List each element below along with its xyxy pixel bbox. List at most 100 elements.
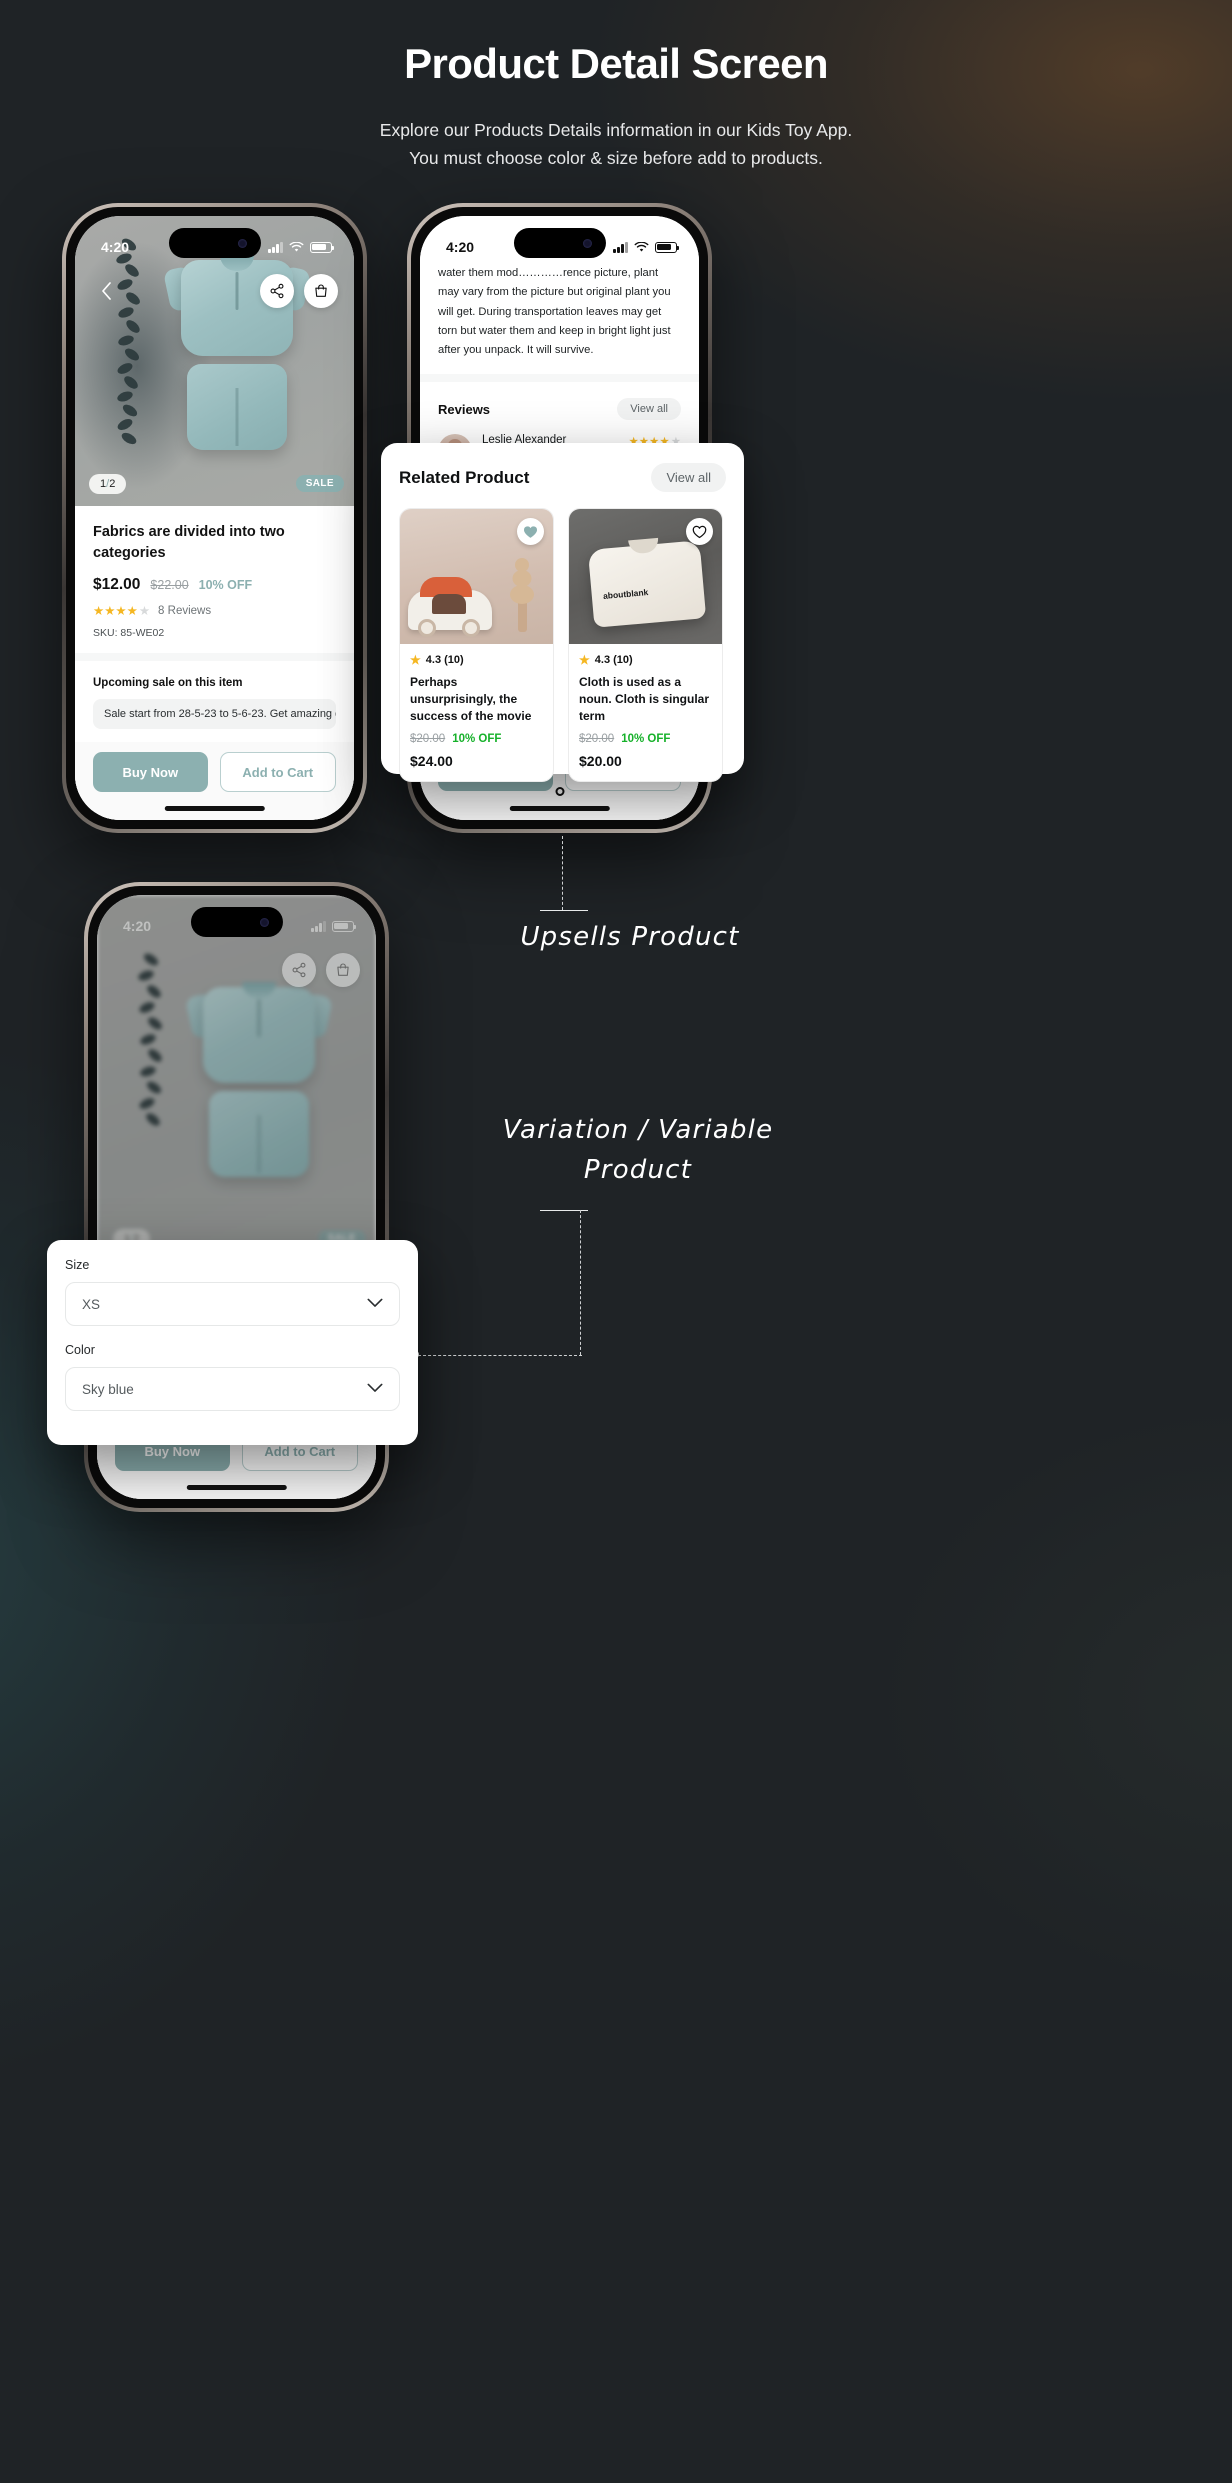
related-product-header: Related Product View all	[399, 463, 726, 492]
front-camera-icon	[582, 238, 592, 248]
product-card-name: Perhaps unsurprisingly, the success of t…	[410, 675, 532, 724]
status-time-3: 4:20	[123, 918, 152, 934]
related-view-all-button[interactable]: View all	[651, 463, 726, 492]
phone1-bezel: 1/2 SALE 4:20 Fabrics are divided into t…	[66, 207, 363, 829]
status-time: 4:20	[101, 239, 130, 255]
wifi-icon	[634, 241, 649, 252]
review-count[interactable]: 8 Reviews	[158, 605, 211, 617]
share-icon	[292, 962, 306, 978]
dynamic-island-3	[190, 907, 283, 937]
home-indicator-3[interactable]	[186, 1485, 287, 1490]
battery-icon	[332, 920, 357, 932]
product-rating: ★ 4.3 (10)	[410, 653, 543, 667]
cart-button[interactable]	[304, 274, 338, 308]
product-card-discount: 10% OFF	[452, 733, 502, 746]
sale-badge: SALE	[295, 475, 344, 492]
battery-icon	[310, 241, 335, 253]
filled-stars: ★★★★	[93, 604, 138, 619]
status-indicators	[268, 241, 335, 253]
page-title: Product Detail Screen	[404, 40, 828, 87]
add-to-cart-button[interactable]: Add to Cart	[219, 752, 336, 792]
dynamic-island-2	[513, 228, 606, 258]
product-image-toy-car	[400, 509, 553, 644]
upcoming-sale-heading: Upcoming sale on this item	[93, 677, 243, 690]
product-rating: ★ 4.3 (10)	[579, 653, 712, 667]
product-card-price-row: $20.00 10% OFF	[410, 733, 543, 745]
annotation-upsells-product: Upsells Product	[520, 922, 740, 952]
hero-subtitle-line-2: You must choose color & size before add …	[409, 148, 823, 169]
product-card-name: Cloth is used as a noun. Cloth is singul…	[579, 675, 709, 724]
heart-outline-icon	[692, 525, 707, 538]
half-star: ★	[138, 604, 151, 619]
favorite-button[interactable]	[686, 518, 713, 545]
reviews-title: Reviews	[438, 401, 491, 417]
product-image-tshirt: aboutblank	[569, 509, 722, 644]
current-price: $12.00	[93, 576, 141, 594]
share-button-3[interactable]	[282, 953, 316, 987]
image-counter: 1/2	[89, 474, 127, 494]
product-card-info: ★ 4.3 (10) Cloth is used as a noun. Clot…	[569, 644, 722, 781]
phone1-screen: 1/2 SALE 4:20 Fabrics are divided into t…	[75, 216, 354, 820]
reviews-header: Reviews View all	[438, 398, 681, 421]
upsell-leader-underline	[540, 910, 588, 911]
product-rating-value: 4.3 (10)	[425, 654, 464, 666]
cart-button-3[interactable]	[326, 953, 360, 987]
color-label: Color	[65, 1343, 95, 1357]
annotation-variation-product: Variation / Variable Product	[418, 1110, 858, 1191]
size-select[interactable]: XS	[65, 1282, 400, 1326]
cellular-signal-icon	[613, 241, 628, 253]
front-camera-icon	[237, 238, 247, 248]
poster-canvas: Product Detail Screen Explore our Produc…	[0, 0, 1232, 2483]
reviews-view-all-button[interactable]: View all	[617, 398, 681, 421]
shopping-bag-icon	[337, 963, 349, 976]
product-card-price: $24.00	[410, 753, 453, 770]
hero-header: Product Detail Screen Explore our Produc…	[0, 0, 1232, 173]
favorite-button[interactable]	[517, 518, 544, 545]
section-divider-3	[420, 374, 699, 383]
status-time-2: 4:20	[446, 239, 475, 255]
color-field: Color Sky blue	[65, 1343, 400, 1411]
product-rating-value: 4.3 (10)	[594, 654, 633, 666]
home-indicator[interactable]	[164, 806, 265, 811]
annotation-variation-line-1: Variation / Variable	[502, 1115, 774, 1145]
original-price: $22.00	[150, 578, 189, 593]
battery-icon	[655, 241, 680, 253]
back-button[interactable]	[91, 276, 121, 306]
related-product-grid: ★ 4.3 (10) Perhaps unsurprisingly, the s…	[399, 508, 726, 783]
phone-mockup-product-detail: 1/2 SALE 4:20 Fabrics are divided into t…	[62, 203, 367, 833]
variation-leader-vertical	[580, 1210, 581, 1355]
upcoming-sale-section: Upcoming sale on this item Sale start fr…	[75, 661, 354, 743]
product-sku: SKU: 85-WE02	[93, 627, 165, 640]
home-indicator-2[interactable]	[509, 806, 610, 811]
share-icon	[270, 283, 284, 299]
phone3-top-nav	[282, 953, 360, 987]
shorts-shape	[187, 364, 287, 450]
product-card-discount: 10% OFF	[621, 733, 671, 746]
star-rating-icon: ★★★★ ★	[93, 603, 150, 618]
eucalyptus-sprig-icon	[114, 236, 143, 454]
color-selected-value: Sky blue	[82, 1381, 134, 1397]
size-selected-value: XS	[82, 1296, 101, 1312]
product-info-section: Fabrics are divided into two categories …	[75, 506, 354, 653]
hero-subtitle: Explore our Products Details information…	[0, 116, 1232, 173]
product-card-price: $20.00	[579, 753, 622, 770]
shopping-bag-icon	[315, 284, 327, 297]
product-card-old-price: $20.00	[410, 733, 446, 746]
tree-top-shape	[507, 558, 537, 604]
product-title: Fabrics are divided into two categories	[93, 524, 285, 562]
product-description: water them mod…………rence picture, plant m…	[438, 267, 671, 357]
cellular-signal-icon	[268, 241, 283, 253]
product-card[interactable]: aboutblank ★ 4.3 (10) Cloth is used as a…	[568, 508, 723, 783]
variation-leader-line	[410, 1210, 590, 1360]
color-select[interactable]: Sky blue	[65, 1367, 400, 1411]
image-counter-total: 2	[109, 478, 116, 490]
upsell-leader-vertical	[562, 836, 563, 910]
dynamic-island	[168, 228, 261, 258]
share-button[interactable]	[260, 274, 294, 308]
chevron-down-icon	[367, 1295, 383, 1313]
car-wheel-right	[462, 619, 480, 637]
product-card[interactable]: ★ 4.3 (10) Perhaps unsurprisingly, the s…	[399, 508, 554, 783]
product-card-old-price: $20.00	[579, 733, 615, 746]
buy-now-button[interactable]: Buy Now	[93, 752, 208, 792]
hero-subtitle-line-1: Explore our Products Details information…	[379, 120, 853, 140]
